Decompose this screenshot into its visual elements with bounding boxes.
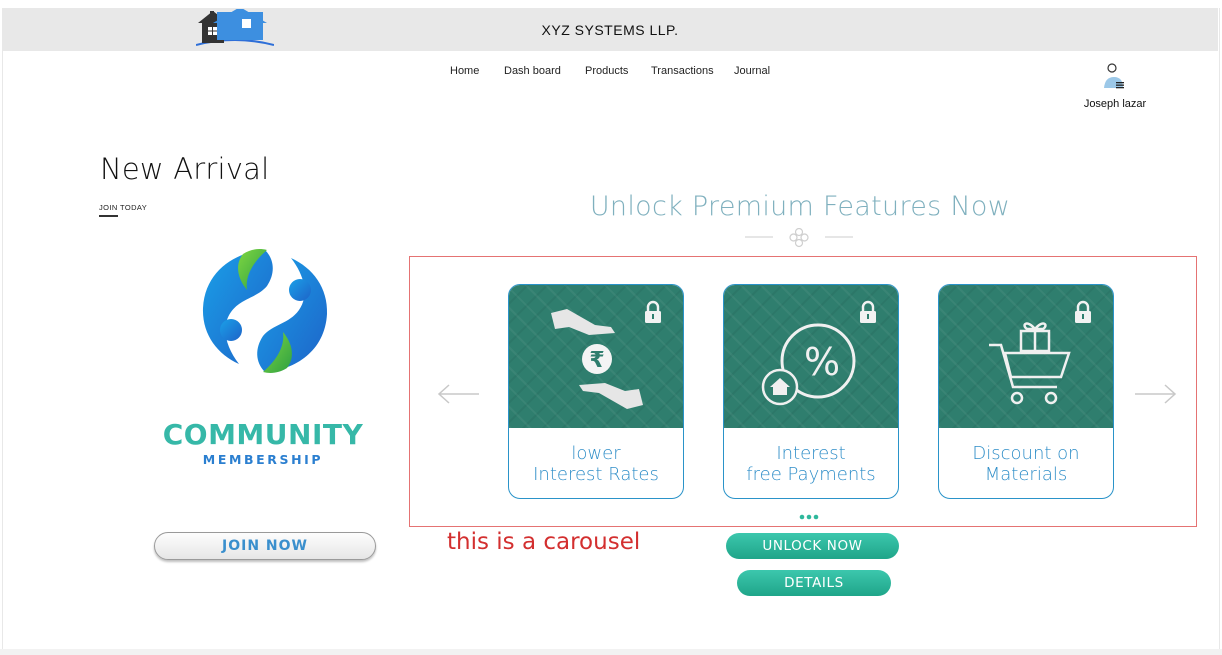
premium-heading: Unlock Premium Features Now [589, 191, 1011, 222]
nav-transactions[interactable]: Transactions [651, 65, 714, 77]
feature-card-discount[interactable]: Discount on Materials [938, 284, 1114, 499]
page-bottom-strip [0, 649, 1222, 655]
user-menu[interactable]: Joseph lazar [1075, 62, 1155, 110]
unlock-now-button[interactable]: UNLOCK NOW [726, 533, 899, 559]
svg-text:₹: ₹ [589, 348, 604, 373]
shopping-cart-gift-icon [989, 322, 1071, 405]
community-word: COMMUNITY [162, 418, 364, 451]
carousel-dots-indicator[interactable] [799, 513, 819, 521]
title-underline [99, 215, 118, 217]
nav-home[interactable]: Home [450, 65, 479, 77]
carousel-prev-arrow-icon[interactable] [437, 383, 481, 405]
top-header-bar: XYZ SYSTEMS LLP. [2, 8, 1218, 51]
community-brand-text: COMMUNITY [148, 418, 378, 451]
feature-card-lower-interest[interactable]: ₹ lower Interest Rates [508, 284, 684, 499]
join-today-label: JOIN TODAY [99, 203, 148, 212]
feature-card-label: lower Interest Rates [533, 443, 659, 485]
feature-card-image [939, 285, 1113, 428]
feature-card-label: Discount on Materials [972, 443, 1080, 485]
membership-brand-text: MEMBERSHIP [202, 452, 324, 467]
community-people-logo-icon [202, 249, 328, 373]
nav-dashboard[interactable]: Dash board [504, 65, 561, 77]
details-button[interactable]: DETAILS [737, 570, 891, 596]
carousel-annotation: this is a carousel [447, 529, 641, 555]
app-title: XYZ SYSTEMS LLP. [541, 22, 679, 38]
nav-products[interactable]: Products [585, 65, 628, 77]
feature-card-image: ₹ [509, 285, 683, 428]
new-arrival-title: New Arrival [100, 152, 270, 186]
percent-badge-icon: % [761, 323, 856, 406]
user-avatar-icon [1104, 63, 1124, 89]
carousel-next-arrow-icon[interactable] [1133, 383, 1177, 405]
feature-card-label: Interest free Payments [746, 443, 876, 485]
user-name: Joseph lazar [1083, 98, 1147, 110]
feature-card-image: % [724, 285, 898, 428]
house-logo-icon[interactable] [196, 9, 274, 47]
hand-rupee-icon: ₹ [551, 309, 643, 409]
nav-journal[interactable]: Journal [734, 65, 770, 77]
join-now-button[interactable]: JOIN NOW [154, 532, 376, 560]
svg-text:%: % [804, 340, 840, 384]
feature-card-interest-free[interactable]: % Interest free Payments [723, 284, 899, 499]
ornament-divider-icon [745, 228, 853, 248]
